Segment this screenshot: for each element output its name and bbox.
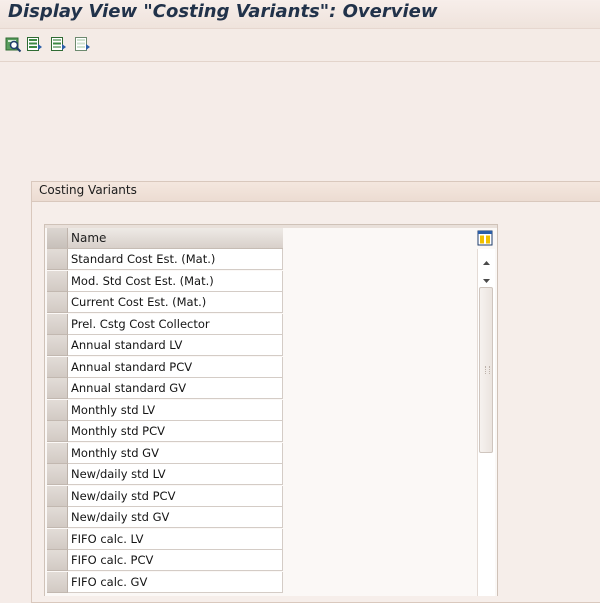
row-selector[interactable]: [47, 421, 68, 442]
table-row[interactable]: Mod. Std Cost Est. (Mat.): [47, 270, 283, 292]
name-cell-text: Current Cost Est. (Mat.): [71, 295, 207, 309]
title-bar: Display View "Costing Variants": Overvie…: [0, 0, 600, 28]
table-row[interactable]: Prel. Cstg Cost Collector: [47, 313, 283, 335]
row-selector[interactable]: [47, 485, 68, 507]
name-cell[interactable]: Monthly std LV: [68, 399, 283, 421]
row-selector[interactable]: [47, 356, 68, 378]
find-icon[interactable]: [5, 36, 22, 53]
table-row[interactable]: New/daily std PCV: [47, 485, 283, 507]
name-cell[interactable]: Standard Cost Est. (Mat.): [68, 249, 283, 270]
name-cell[interactable]: Prel. Cstg Cost Collector: [68, 313, 283, 335]
row-selector[interactable]: [47, 335, 68, 356]
table-row[interactable]: Monthly std GV: [47, 442, 283, 464]
name-cell-text: New/daily std GV: [71, 510, 170, 524]
name-cell[interactable]: New/daily std PCV: [68, 485, 283, 507]
name-cell[interactable]: Current Cost Est. (Mat.): [68, 292, 283, 313]
name-cell[interactable]: Annual standard PCV: [68, 356, 283, 378]
row-selector[interactable]: [47, 270, 68, 292]
table-settings-icon[interactable]: [477, 230, 493, 246]
name-cell[interactable]: FIFO calc. GV: [68, 571, 283, 593]
name-cell[interactable]: Mod. Std Cost Est. (Mat.): [68, 270, 283, 292]
table-row[interactable]: Current Cost Est. (Mat.): [47, 292, 283, 313]
table-row[interactable]: Annual standard GV: [47, 378, 283, 399]
name-cell-text: FIFO calc. PCV: [71, 553, 154, 567]
application-toolbar: [0, 28, 600, 62]
select-all-rows-button[interactable]: [47, 228, 68, 248]
row-selector[interactable]: [47, 571, 68, 593]
select-all-icon[interactable]: [26, 36, 43, 53]
page-title: Display View "Costing Variants": Overvie…: [8, 1, 438, 22]
row-selector[interactable]: [47, 313, 68, 335]
row-selector[interactable]: [47, 507, 68, 528]
table-row[interactable]: Annual standard PCV: [47, 356, 283, 378]
name-cell[interactable]: Annual standard LV: [68, 335, 283, 356]
name-cell-text: Annual standard LV: [71, 338, 183, 352]
table-row[interactable]: FIFO calc. GV: [47, 571, 283, 593]
row-selector[interactable]: [47, 442, 68, 464]
row-selector[interactable]: [47, 464, 68, 485]
name-cell-text: New/daily std LV: [71, 467, 166, 481]
row-selector[interactable]: [47, 528, 68, 550]
table-row[interactable]: Annual standard LV: [47, 335, 283, 356]
name-cell-text: FIFO calc. GV: [71, 574, 148, 589]
name-cell-text: Annual standard GV: [71, 381, 187, 395]
name-cell-text: Annual standard PCV: [71, 359, 193, 374]
deselect-all-icon[interactable]: [74, 36, 91, 53]
row-selector[interactable]: [47, 399, 68, 421]
table-row[interactable]: Monthly std LV: [47, 399, 283, 421]
group-header: Costing Variants: [32, 182, 600, 202]
name-cell-text: Standard Cost Est. (Mat.): [71, 252, 216, 266]
name-cell[interactable]: New/daily std LV: [68, 464, 283, 485]
table-row[interactable]: New/daily std GV: [47, 507, 283, 528]
row-selector[interactable]: [47, 249, 68, 270]
name-cell[interactable]: New/daily std GV: [68, 507, 283, 528]
row-selector[interactable]: [47, 378, 68, 399]
table-row[interactable]: Standard Cost Est. (Mat.): [47, 249, 283, 270]
name-cell-text: FIFO calc. LV: [71, 531, 144, 546]
table-row[interactable]: FIFO calc. PCV: [47, 550, 283, 571]
select-block-icon[interactable]: [50, 36, 67, 53]
table-row[interactable]: FIFO calc. LV: [47, 528, 283, 550]
scrollbar-thumb[interactable]: [479, 287, 493, 453]
name-cell[interactable]: Monthly std GV: [68, 442, 283, 464]
name-cell-text: Monthly std LV: [71, 402, 156, 417]
name-cell-text: Monthly std PCV: [71, 424, 165, 438]
name-cell[interactable]: Monthly std PCV: [68, 421, 283, 442]
name-cell-text: Mod. Std Cost Est. (Mat.): [71, 273, 214, 288]
column-header-label: Name: [71, 231, 107, 245]
name-cell-text: Prel. Cstg Cost Collector: [71, 316, 210, 331]
name-cell[interactable]: FIFO calc. LV: [68, 528, 283, 550]
row-selector[interactable]: [47, 550, 68, 571]
scroll-up-arrow-icon[interactable]: [480, 253, 493, 265]
table-row[interactable]: Monthly std PCV: [47, 421, 283, 442]
table-row[interactable]: New/daily std LV: [47, 464, 283, 485]
vertical-scrollbar[interactable]: [477, 249, 495, 596]
scrollbar-grip-icon: [485, 366, 490, 374]
name-cell-text: New/daily std PCV: [71, 488, 176, 503]
costing-variants-table: Name Standard Cost Est. (Mat.) Mod. Std …: [44, 224, 498, 596]
row-selector[interactable]: [47, 292, 68, 313]
name-cell[interactable]: FIFO calc. PCV: [68, 550, 283, 571]
column-header-name[interactable]: Name: [47, 228, 283, 249]
name-cell-text: Monthly std GV: [71, 445, 159, 460]
scroll-down-arrow-icon[interactable]: [480, 271, 493, 283]
group-title: Costing Variants: [39, 183, 137, 197]
name-cell[interactable]: Annual standard GV: [68, 378, 283, 399]
